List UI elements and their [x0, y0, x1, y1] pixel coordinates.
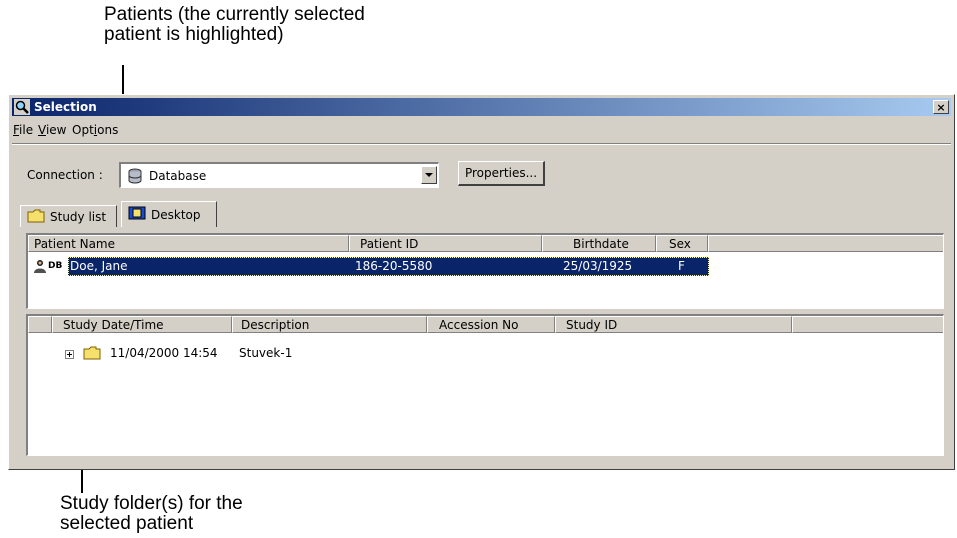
- col-header-expander: [28, 316, 52, 333]
- col-header-filler: [792, 316, 943, 333]
- title-bar[interactable]: Selection ×: [12, 98, 951, 116]
- patients-callout-line2: patient is highlighted): [104, 24, 284, 45]
- window-title: Selection: [34, 100, 97, 114]
- properties-button[interactable]: Properties...: [458, 161, 545, 186]
- study-list[interactable]: Study Date/Time Description Accession No…: [26, 314, 944, 456]
- col-header-patient-name[interactable]: Patient Name: [28, 235, 349, 252]
- study-callout-line1: Study folder(s) for the: [60, 493, 243, 514]
- study-datetime-cell[interactable]: 11/04/2000 14:54: [110, 346, 218, 360]
- patient-id-cell: 186-20-5580: [355, 259, 433, 273]
- desktop-icon: [128, 206, 146, 220]
- col-header-study-id[interactable]: Study ID: [555, 316, 792, 333]
- col-header-accession[interactable]: Accession No: [427, 316, 555, 333]
- menu-options-label-b: ons: [97, 123, 119, 137]
- study-description-cell: Stuvek-1: [239, 346, 293, 360]
- menu-view[interactable]: View: [38, 123, 66, 137]
- birthdate-cell: 25/03/1925: [563, 259, 633, 273]
- tab-study-list[interactable]: Study list: [20, 205, 117, 227]
- menu-options-label-a: Opt: [72, 123, 94, 137]
- patients-callout: Patients (the currently selected patient…: [104, 5, 365, 45]
- db-tag: DB: [48, 261, 63, 271]
- menu-view-mnemonic: V: [38, 123, 46, 137]
- connection-combobox[interactable]: Database: [119, 162, 439, 188]
- expand-icon[interactable]: [65, 350, 74, 359]
- magnifier-icon: [14, 99, 30, 115]
- col-header-patient-id[interactable]: Patient ID: [349, 235, 542, 252]
- tab-study-list-label: Study list: [50, 210, 107, 224]
- folder-icon[interactable]: [83, 346, 101, 360]
- col-header-study-datetime[interactable]: Study Date/Time: [52, 316, 232, 333]
- col-header-filler: [708, 235, 943, 252]
- patient-list[interactable]: Patient Name Patient ID Birthdate Sex DB…: [26, 233, 944, 309]
- menu-options[interactable]: Options: [72, 123, 118, 137]
- connection-label: Connection :: [27, 168, 103, 182]
- menu-file-label: ile: [19, 123, 34, 137]
- study-callout: Study folder(s) for the selected patient: [60, 494, 243, 534]
- selection-window: Selection × File View Options Connection…: [8, 94, 955, 470]
- patient-name-cell: Doe, Jane: [70, 259, 128, 273]
- study-callout-line2: selected patient: [60, 513, 194, 534]
- close-button[interactable]: ×: [933, 100, 949, 114]
- col-header-birthdate[interactable]: Birthdate: [542, 235, 656, 252]
- menu-separator: [12, 143, 951, 145]
- tab-desktop[interactable]: Desktop: [121, 201, 217, 227]
- chevron-down-icon[interactable]: [421, 166, 437, 184]
- connection-value: Database: [149, 169, 207, 183]
- patient-icon: [34, 260, 46, 273]
- menu-view-label: iew: [45, 123, 67, 137]
- col-header-sex[interactable]: Sex: [656, 235, 708, 252]
- database-icon: [128, 168, 142, 184]
- tab-desktop-label: Desktop: [151, 208, 201, 222]
- table-row-selected[interactable]: Doe, Jane 186-20-5580 25/03/1925 F: [68, 257, 709, 276]
- menu-file[interactable]: File: [13, 123, 33, 137]
- col-header-description[interactable]: Description: [232, 316, 427, 333]
- sex-cell: F: [678, 259, 685, 273]
- folder-icon: [27, 209, 45, 223]
- patients-callout-line1: Patients (the currently selected: [104, 4, 365, 25]
